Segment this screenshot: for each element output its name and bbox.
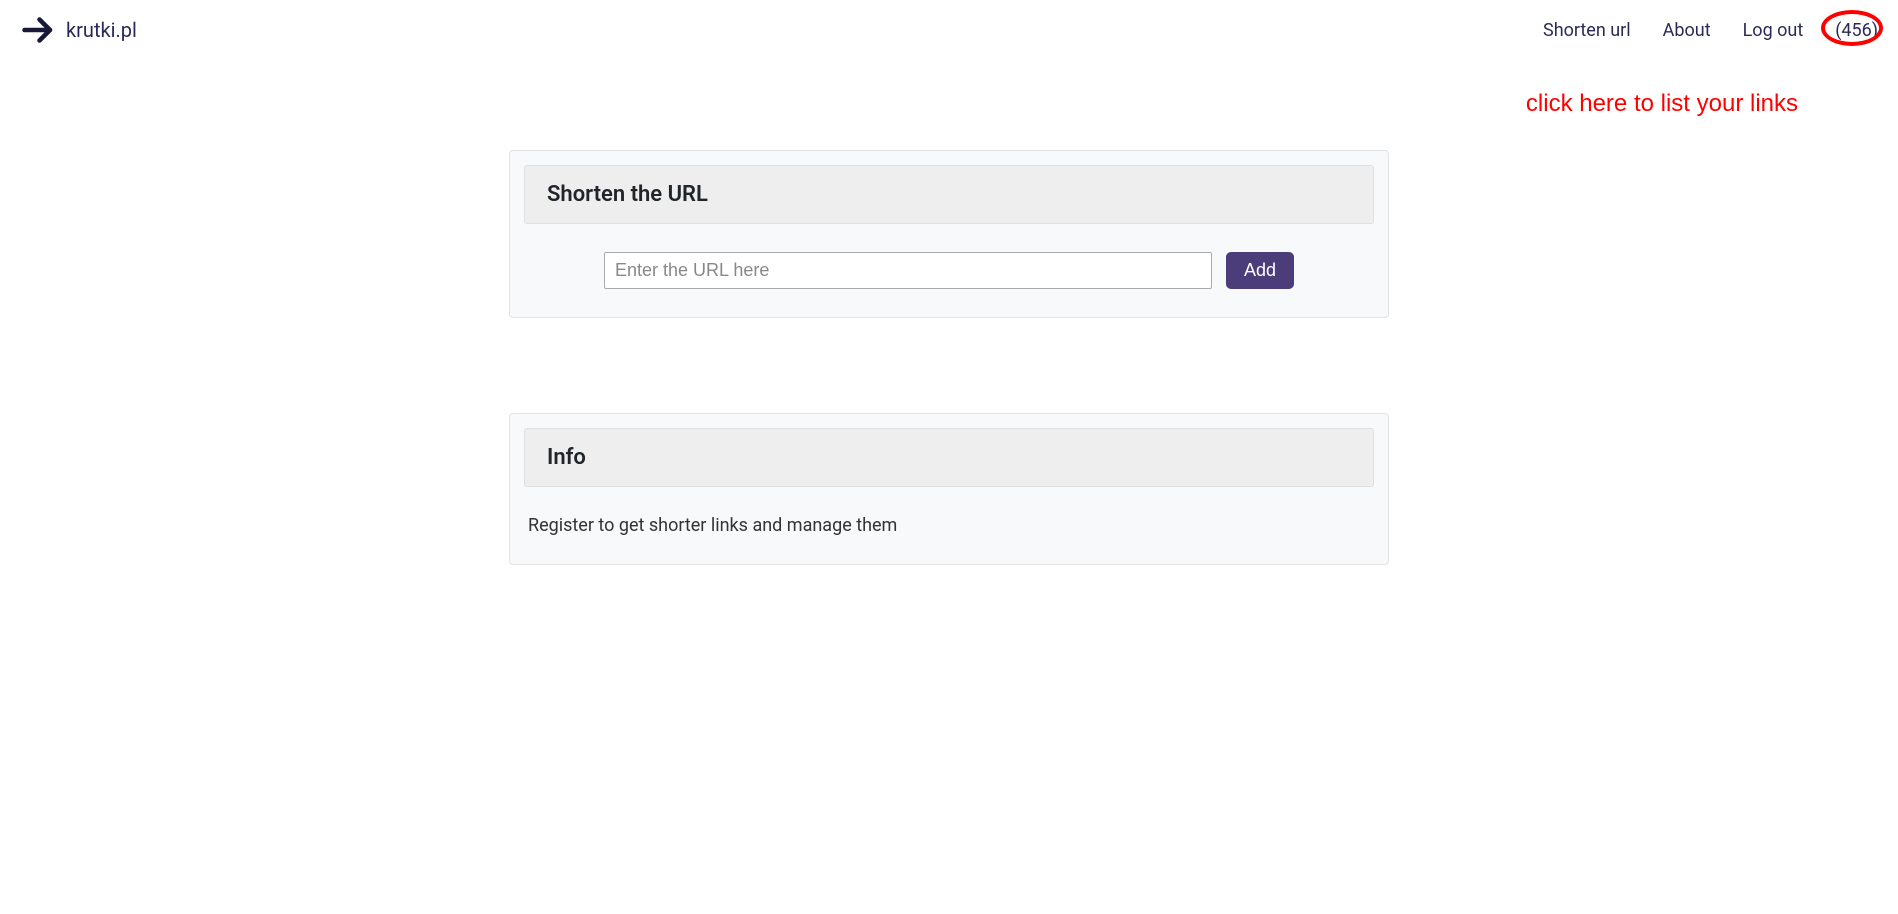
- brand-text: krutki.pl: [66, 18, 137, 42]
- navbar: krutki.pl Shorten url About Log out (456…: [0, 0, 1898, 60]
- shorten-card-title: Shorten the URL: [547, 182, 1351, 207]
- arrow-right-icon: [20, 12, 56, 48]
- url-input[interactable]: [604, 252, 1212, 289]
- shorten-card-header: Shorten the URL: [524, 165, 1374, 224]
- annotation-text: click here to list your links: [1526, 90, 1798, 118]
- shorten-form-row: Add: [526, 252, 1372, 289]
- nav-links-count[interactable]: (456): [1835, 20, 1878, 41]
- shorten-card-body: Add: [510, 224, 1388, 317]
- nav-logout[interactable]: Log out: [1743, 20, 1804, 41]
- info-card: Info Register to get shorter links and m…: [509, 413, 1389, 565]
- main-container: Shorten the URL Add Info Register to get…: [494, 150, 1404, 565]
- add-button[interactable]: Add: [1226, 252, 1294, 289]
- brand-link[interactable]: krutki.pl: [20, 12, 137, 48]
- nav-list: Shorten url About Log out (456): [1543, 20, 1878, 41]
- nav-shorten-url[interactable]: Shorten url: [1543, 20, 1631, 41]
- links-count-text: (456): [1835, 20, 1878, 41]
- info-card-body: Register to get shorter links and manage…: [510, 487, 1388, 564]
- nav-about[interactable]: About: [1663, 20, 1711, 41]
- shorten-card: Shorten the URL Add: [509, 150, 1389, 318]
- info-card-title: Info: [547, 445, 1351, 470]
- info-card-header: Info: [524, 428, 1374, 487]
